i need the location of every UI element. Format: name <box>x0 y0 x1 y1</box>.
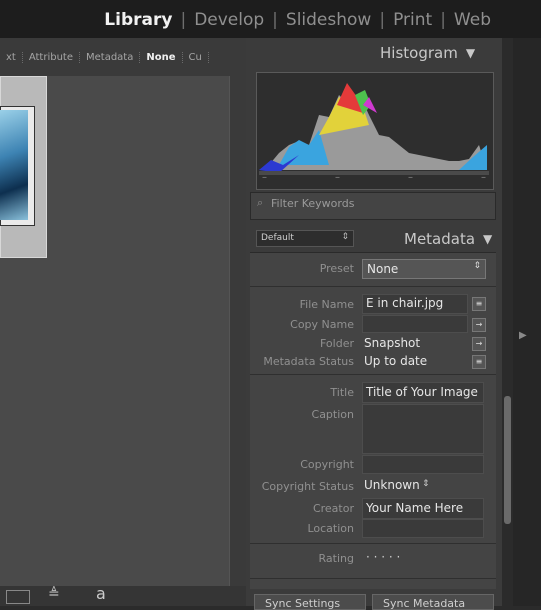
metadata-title: Metadata <box>404 230 476 248</box>
section-divider <box>250 374 496 375</box>
title-value: Title of Your Image <box>366 385 478 399</box>
filter-text[interactable]: xt <box>0 51 23 63</box>
section-divider <box>250 286 496 287</box>
sync-settings-label: Sync Settings <box>265 597 341 610</box>
search-icon: ⌕ <box>257 196 264 209</box>
arrow-right-icon[interactable]: → <box>472 337 486 351</box>
grid-scrollbar[interactable] <box>229 76 246 586</box>
list-icon[interactable]: ≡ <box>472 297 486 311</box>
panel-scrollbar-thumb[interactable] <box>504 396 511 524</box>
module-web[interactable]: Web <box>446 10 499 30</box>
copyright-status-label: Copyright Status <box>261 480 354 493</box>
sync-metadata-button[interactable]: Sync Metadata <box>372 594 494 610</box>
caption-field[interactable] <box>362 404 484 454</box>
copyright-field[interactable] <box>362 455 484 474</box>
filter-none[interactable]: None <box>140 51 183 63</box>
title-label: Title <box>330 386 354 399</box>
histogram-graph <box>259 83 489 175</box>
file-name-value: E in chair.jpg <box>366 296 444 310</box>
copy-name-label: Copy Name <box>290 318 354 331</box>
thumbnail-image[interactable] <box>0 110 28 220</box>
bottom-toolbar: ≜ a <box>0 584 248 606</box>
filter-custom[interactable]: Cu <box>183 51 209 63</box>
sync-metadata-label: Sync Metadata <box>383 597 466 610</box>
section-divider <box>250 543 496 544</box>
preset-select[interactable]: None ⇕ <box>362 259 486 279</box>
collapse-triangle-icon[interactable]: ▼ <box>483 232 492 246</box>
module-picker: Library | Develop | Slideshow | Print | … <box>96 6 499 34</box>
sort-direction-icon[interactable]: a <box>96 584 106 603</box>
histogram-header[interactable]: Histogram ▼ <box>380 44 475 62</box>
metadata-header[interactable]: Metadata ▼ <box>404 230 492 248</box>
metadata-status-label: Metadata Status <box>263 355 354 368</box>
sync-settings-button[interactable]: Sync Settings <box>254 594 366 610</box>
collapse-triangle-icon[interactable]: ▼ <box>466 46 475 60</box>
creator-label: Creator <box>312 502 354 515</box>
select-arrow-icon: ⇕ <box>341 232 349 242</box>
list-icon[interactable]: ≡ <box>472 355 486 369</box>
module-library[interactable]: Library <box>96 10 180 30</box>
location-field[interactable] <box>362 519 484 538</box>
folder-value: Snapshot <box>364 336 421 350</box>
metadata-status-value: Up to date <box>364 354 428 368</box>
library-filter-bar: xt Attribute Metadata None Cu <box>0 38 248 77</box>
copyright-label: Copyright <box>300 458 354 471</box>
grid-view-icon[interactable] <box>6 590 30 604</box>
rating-stars[interactable]: · · · · · <box>366 550 400 564</box>
creator-value: Your Name Here <box>366 501 464 515</box>
histogram-ticks: – – – – <box>262 172 486 183</box>
file-name-label: File Name <box>299 298 354 311</box>
metadata-preset-select-value: Default <box>261 233 294 243</box>
expand-arrow-icon[interactable]: ▶ <box>519 330 527 341</box>
histogram-tick: – <box>408 172 413 183</box>
copyright-status-select[interactable]: Unknown ⇕ <box>362 477 442 494</box>
module-develop[interactable]: Develop <box>186 10 272 30</box>
metadata-preset-select[interactable]: Default ⇕ <box>256 230 354 247</box>
filter-metadata[interactable]: Metadata <box>80 51 141 63</box>
keyword-filter[interactable]: ⌕ Filter Keywords <box>250 192 496 220</box>
folder-label: Folder <box>320 337 354 350</box>
copyright-status-value: Unknown <box>364 478 420 492</box>
histogram-tick: – <box>481 172 486 183</box>
histogram-tick: – <box>335 172 340 183</box>
rating-label: Rating <box>318 552 354 565</box>
filter-attribute[interactable]: Attribute <box>23 51 80 63</box>
arrow-right-icon[interactable]: → <box>472 318 486 332</box>
preset-select-value: None <box>367 262 399 276</box>
location-label: Location <box>307 522 354 535</box>
module-print[interactable]: Print <box>385 10 440 30</box>
keyword-filter-input[interactable]: Filter Keywords <box>271 197 354 210</box>
sort-icon[interactable]: ≜ <box>48 586 60 602</box>
histogram-tick: – <box>262 172 267 183</box>
histogram-title: Histogram <box>380 44 458 62</box>
copy-name-field[interactable] <box>362 315 468 333</box>
preset-label: Preset <box>319 262 354 275</box>
select-arrow-icon: ⇕ <box>473 261 481 271</box>
module-slideshow[interactable]: Slideshow <box>278 10 379 30</box>
select-arrow-icon: ⇕ <box>422 479 430 489</box>
section-divider <box>250 578 496 579</box>
right-panel-edge: ▶ <box>513 38 541 606</box>
caption-label: Caption <box>311 408 354 421</box>
